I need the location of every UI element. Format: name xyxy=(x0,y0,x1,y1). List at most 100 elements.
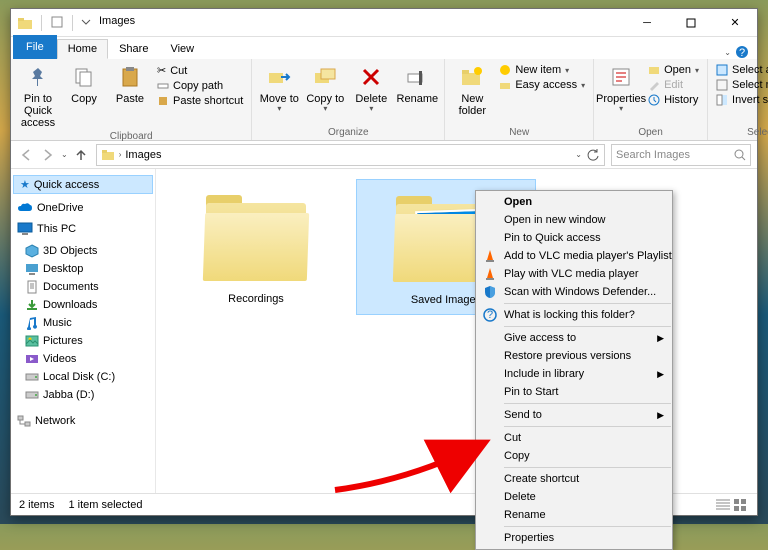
item-label: Music xyxy=(43,317,72,329)
group-label-organize: Organize xyxy=(256,127,440,140)
item-icon xyxy=(25,352,39,366)
ribbon-help[interactable]: ⌄? xyxy=(716,45,757,59)
cloud-icon xyxy=(17,202,33,214)
lock-icon: ? xyxy=(482,307,498,323)
sidebar: ★Quick access OneDrive This PC 3D Object… xyxy=(11,169,156,493)
back-button[interactable] xyxy=(17,146,35,164)
new-folder-button[interactable]: New folder xyxy=(449,61,495,119)
submenu-arrow-icon: ▶ xyxy=(657,369,664,380)
maximize-button[interactable] xyxy=(669,9,713,37)
tab-share[interactable]: Share xyxy=(108,39,159,59)
tab-home[interactable]: Home xyxy=(57,39,108,59)
open-button[interactable]: Open ▾ xyxy=(646,63,701,77)
open-icon xyxy=(648,64,660,76)
select-all-button[interactable]: Select all xyxy=(714,63,768,77)
qat-dropdown-icon[interactable] xyxy=(81,15,91,31)
context-menu-item[interactable]: Copy xyxy=(476,447,672,465)
context-menu-item[interactable]: Play with VLC media player xyxy=(476,265,672,283)
context-menu-item[interactable]: Send to▶ xyxy=(476,406,672,424)
paste-shortcut-button[interactable]: Paste shortcut xyxy=(155,94,245,108)
breadcrumb-bar[interactable]: › Images ⌄ xyxy=(96,144,605,166)
status-item-count: 2 items xyxy=(19,499,54,511)
pin-quick-access-button[interactable]: Pin to Quick access xyxy=(15,61,61,131)
invert-selection-button[interactable]: Invert selection xyxy=(714,93,768,107)
network-icon xyxy=(17,414,31,428)
history-button[interactable]: History xyxy=(646,93,701,107)
menu-label: Add to VLC media player's Playlist xyxy=(504,250,672,262)
cut-button[interactable]: ✂Cut xyxy=(155,63,245,78)
context-menu-item[interactable]: Cut xyxy=(476,429,672,447)
copy-path-button[interactable]: Copy path xyxy=(155,79,245,93)
up-button[interactable] xyxy=(72,146,90,164)
sidebar-item[interactable]: Desktop xyxy=(11,260,155,278)
move-to-button[interactable]: Move to▾ xyxy=(256,61,302,116)
tab-view[interactable]: View xyxy=(159,39,205,59)
context-menu-item[interactable]: Give access to▶ xyxy=(476,329,672,347)
sidebar-item[interactable]: Jabba (D:) xyxy=(11,386,155,404)
context-menu-item[interactable]: Pin to Quick access xyxy=(476,229,672,247)
sidebar-item[interactable]: Local Disk (C:) xyxy=(11,368,155,386)
sidebar-item[interactable]: Pictures xyxy=(11,332,155,350)
tab-file[interactable]: File xyxy=(13,35,57,59)
item-label: Downloads xyxy=(43,299,97,311)
shortcut-icon xyxy=(157,95,169,107)
new-item-button[interactable]: New item ▾ xyxy=(497,63,587,77)
history-dropdown[interactable]: ⌄ xyxy=(61,150,68,159)
breadcrumb-item[interactable]: Images xyxy=(125,149,161,161)
edit-button: Edit xyxy=(646,78,701,92)
close-button[interactable]: ✕ xyxy=(713,9,757,37)
view-details-button[interactable] xyxy=(715,498,731,512)
search-box[interactable]: Search Images xyxy=(611,144,751,166)
sidebar-item[interactable]: 3D Objects xyxy=(11,242,155,260)
menu-label: Rename xyxy=(504,509,546,521)
search-placeholder: Search Images xyxy=(616,149,690,161)
context-menu: Open Open in new window Pin to Quick acces… xyxy=(475,190,673,550)
properties-button[interactable]: Properties▾ xyxy=(598,61,644,116)
copy-to-button[interactable]: Copy to▾ xyxy=(302,61,348,116)
sidebar-network[interactable]: Network xyxy=(11,412,155,430)
paste-button[interactable]: Paste xyxy=(107,61,153,107)
item-icon xyxy=(25,298,39,312)
copy-button[interactable]: Copy xyxy=(61,61,107,107)
context-menu-item[interactable]: Pin to Start xyxy=(476,383,672,401)
sidebar-item[interactable]: Documents xyxy=(11,278,155,296)
easy-access-button[interactable]: Easy access ▾ xyxy=(497,78,587,92)
context-menu-item[interactable]: Open in new window xyxy=(476,211,672,229)
context-menu-item[interactable]: Include in library▶ xyxy=(476,365,672,383)
sidebar-quick-access[interactable]: ★Quick access xyxy=(13,175,153,194)
context-menu-item[interactable]: ?What is locking this folder? xyxy=(476,306,672,324)
context-menu-item[interactable]: Open xyxy=(476,193,672,211)
svg-text:?: ? xyxy=(739,47,745,59)
easyaccess-icon xyxy=(499,79,511,91)
rename-button[interactable]: Rename xyxy=(394,61,440,107)
context-menu-item[interactable]: Rename xyxy=(476,506,672,524)
sidebar-item[interactable]: Music xyxy=(11,314,155,332)
select-none-button[interactable]: Select none xyxy=(714,78,768,92)
forward-button[interactable] xyxy=(39,146,57,164)
sidebar-thispc[interactable]: This PC xyxy=(11,220,155,238)
refresh-button[interactable] xyxy=(586,148,600,162)
menu-separator xyxy=(504,403,671,404)
group-label-open: Open xyxy=(598,127,703,140)
context-menu-item[interactable]: Create shortcut xyxy=(476,470,672,488)
pin-icon xyxy=(24,63,52,91)
menu-label: Open in new window xyxy=(504,214,606,226)
addr-dropdown[interactable]: ⌄ xyxy=(575,150,582,159)
qat-new-icon[interactable] xyxy=(50,15,64,31)
context-menu-item[interactable]: Add to VLC media player's Playlist xyxy=(476,247,672,265)
view-large-button[interactable] xyxy=(733,498,749,512)
context-menu-item[interactable]: Delete xyxy=(476,488,672,506)
minimize-button[interactable]: ─ xyxy=(625,9,669,37)
context-menu-item[interactable]: Properties xyxy=(476,529,672,547)
sidebar-onedrive[interactable]: OneDrive xyxy=(11,200,155,216)
folder-item[interactable]: Recordings xyxy=(166,179,346,315)
sidebar-item[interactable]: Downloads xyxy=(11,296,155,314)
ribbon-tabs: File Home Share View ⌄? xyxy=(11,37,757,59)
cut-icon: ✂ xyxy=(157,64,166,77)
svg-text:?: ? xyxy=(487,309,493,321)
sidebar-item[interactable]: Videos xyxy=(11,350,155,368)
rename-icon xyxy=(403,63,431,91)
delete-button[interactable]: Delete▾ xyxy=(348,61,394,116)
context-menu-item[interactable]: Scan with Windows Defender... xyxy=(476,283,672,301)
context-menu-item[interactable]: Restore previous versions xyxy=(476,347,672,365)
